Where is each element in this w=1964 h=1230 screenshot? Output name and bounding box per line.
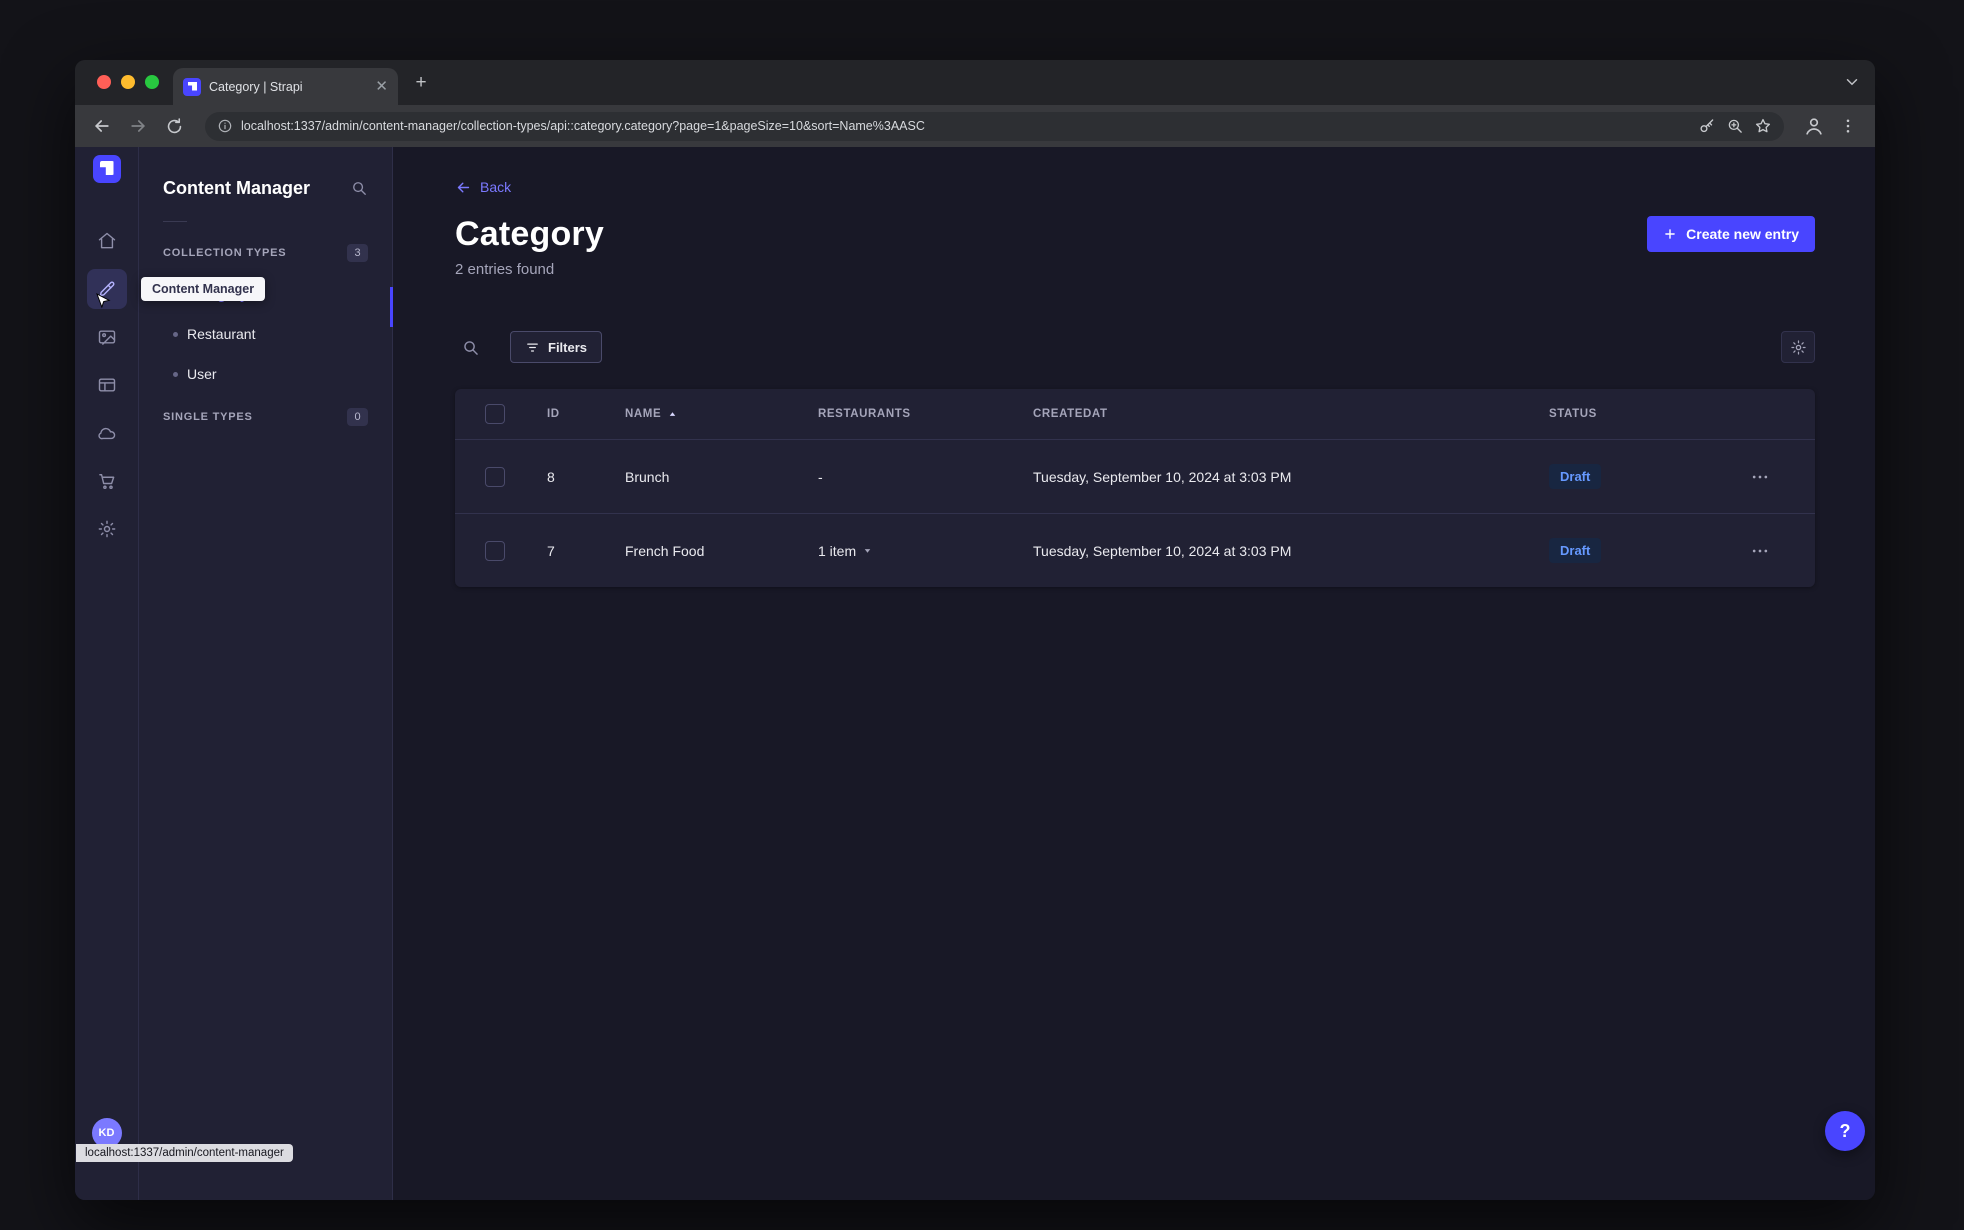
- minimize-window-button[interactable]: [121, 75, 135, 89]
- row-checkbox[interactable]: [485, 540, 505, 561]
- sidebar-item-restaurant[interactable]: Restaurant: [139, 314, 392, 354]
- sidebar-item-user[interactable]: User: [139, 354, 392, 394]
- status-badge: Draft: [1549, 464, 1602, 489]
- header-createdat[interactable]: CREATEDAT: [1033, 408, 1549, 420]
- strapi-favicon: [183, 77, 201, 96]
- cell-id: 8: [547, 468, 555, 485]
- sidebar-item-label: User: [187, 366, 217, 382]
- sort-asc-icon: [670, 411, 676, 416]
- header-name[interactable]: NAME: [625, 408, 818, 420]
- header-id[interactable]: ID: [547, 408, 625, 420]
- filters-button[interactable]: Filters: [510, 331, 603, 363]
- table-header-row: ID NAME RESTAURANTS CREATEDAT STATUS: [455, 389, 1815, 439]
- cell-name: French Food: [625, 542, 705, 559]
- forward-nav-icon[interactable]: [123, 111, 153, 141]
- strapi-logo[interactable]: [92, 155, 121, 183]
- subnav-title: Content Manager: [163, 177, 311, 198]
- browser-toolbar: localhost:1337/admin/content-manager/col…: [75, 105, 1875, 147]
- settings-icon[interactable]: [87, 509, 127, 549]
- link-status-bubble: localhost:1337/admin/content-manager: [76, 1144, 293, 1162]
- cell-id: 7: [547, 542, 555, 559]
- main-content: Back Category Create new entry 2 entries…: [393, 147, 1875, 1200]
- single-types-count-badge: 0: [347, 408, 368, 426]
- browser-menu-icon[interactable]: [1833, 111, 1863, 141]
- strapi-app: KD Content Manager COLLECTION TYPES 3 Ca…: [75, 147, 1875, 1200]
- new-tab-button[interactable]: +: [409, 72, 433, 96]
- address-bar[interactable]: localhost:1337/admin/content-manager/col…: [205, 111, 1784, 141]
- mouse-cursor: [93, 292, 112, 311]
- cell-createdat: Tuesday, September 10, 2024 at 3:03 PM: [1033, 542, 1292, 559]
- reload-icon[interactable]: [159, 111, 189, 141]
- sidebar-item-label: Restaurant: [187, 326, 256, 342]
- tab-close-icon[interactable]: ✕: [375, 79, 388, 94]
- row-actions-icon[interactable]: [1705, 541, 1815, 561]
- browser-profile-icon[interactable]: [1800, 113, 1827, 140]
- layout-icon[interactable]: [87, 365, 127, 405]
- search-icon[interactable]: [455, 332, 485, 362]
- cell-createdat: Tuesday, September 10, 2024 at 3:03 PM: [1033, 468, 1292, 485]
- subnav-search-icon[interactable]: [350, 179, 368, 197]
- traffic-lights: [97, 75, 159, 89]
- bookmark-star-icon[interactable]: [1754, 117, 1772, 135]
- chevron-down-icon: [864, 549, 871, 553]
- info-icon[interactable]: [217, 118, 233, 134]
- plus-icon: [1665, 229, 1675, 239]
- bullet-icon: [173, 331, 178, 337]
- table-row[interactable]: 7 French Food 1 item Tuesday, September …: [455, 513, 1815, 587]
- content-manager-subnav: Content Manager COLLECTION TYPES 3 Categ…: [139, 147, 393, 1200]
- select-all-checkbox[interactable]: [485, 404, 505, 424]
- marketplace-icon[interactable]: [87, 461, 127, 501]
- arrow-left-icon: [457, 182, 470, 192]
- row-checkbox[interactable]: [485, 466, 505, 487]
- cloud-icon[interactable]: [87, 413, 127, 453]
- close-window-button[interactable]: [97, 75, 111, 89]
- zoom-icon[interactable]: [1726, 117, 1744, 135]
- help-button[interactable]: ?: [1825, 1111, 1865, 1151]
- browser-tab[interactable]: Category | Strapi ✕: [173, 68, 398, 105]
- back-link[interactable]: Back: [455, 177, 1815, 197]
- password-key-icon[interactable]: [1698, 117, 1716, 135]
- relation-count-expander[interactable]: 1 item: [818, 543, 873, 559]
- view-settings-gear-icon[interactable]: [1781, 331, 1815, 363]
- status-badge: Draft: [1549, 538, 1602, 563]
- table-row[interactable]: 8 Brunch - Tuesday, September 10, 2024 a…: [455, 439, 1815, 513]
- browser-window: Category | Strapi ✕ + localhost:1337/adm…: [75, 60, 1875, 1200]
- back-nav-icon[interactable]: [87, 111, 117, 141]
- subnav-divider: [163, 221, 187, 222]
- cell-restaurants: -: [818, 468, 823, 485]
- header-status[interactable]: STATUS: [1549, 408, 1705, 420]
- content-manager-tooltip: Content Manager: [141, 277, 266, 301]
- maximize-window-button[interactable]: [145, 75, 159, 89]
- header-restaurants[interactable]: RESTAURANTS: [818, 408, 1033, 420]
- tab-strip: Category | Strapi ✕ +: [75, 60, 1875, 105]
- entries-table: ID NAME RESTAURANTS CREATEDAT STATUS 8 B…: [455, 389, 1815, 587]
- row-actions-icon[interactable]: [1705, 467, 1815, 487]
- single-types-label: SINGLE TYPES: [163, 411, 253, 423]
- page-title: Category: [455, 214, 604, 253]
- tab-search-chevron-icon[interactable]: [1843, 73, 1861, 91]
- cell-name: Brunch: [625, 468, 670, 485]
- media-library-icon[interactable]: [87, 317, 127, 357]
- entries-count: 2 entries found: [455, 261, 555, 278]
- tab-title: Category | Strapi: [209, 79, 303, 94]
- filter-icon: [527, 342, 538, 352]
- bullet-icon: [173, 371, 178, 377]
- collection-types-label: COLLECTION TYPES: [163, 247, 287, 259]
- create-new-entry-button[interactable]: Create new entry: [1647, 216, 1815, 252]
- collection-types-count-badge: 3: [347, 244, 368, 262]
- url-text[interactable]: localhost:1337/admin/content-manager/col…: [241, 119, 1690, 133]
- home-icon[interactable]: [87, 221, 127, 261]
